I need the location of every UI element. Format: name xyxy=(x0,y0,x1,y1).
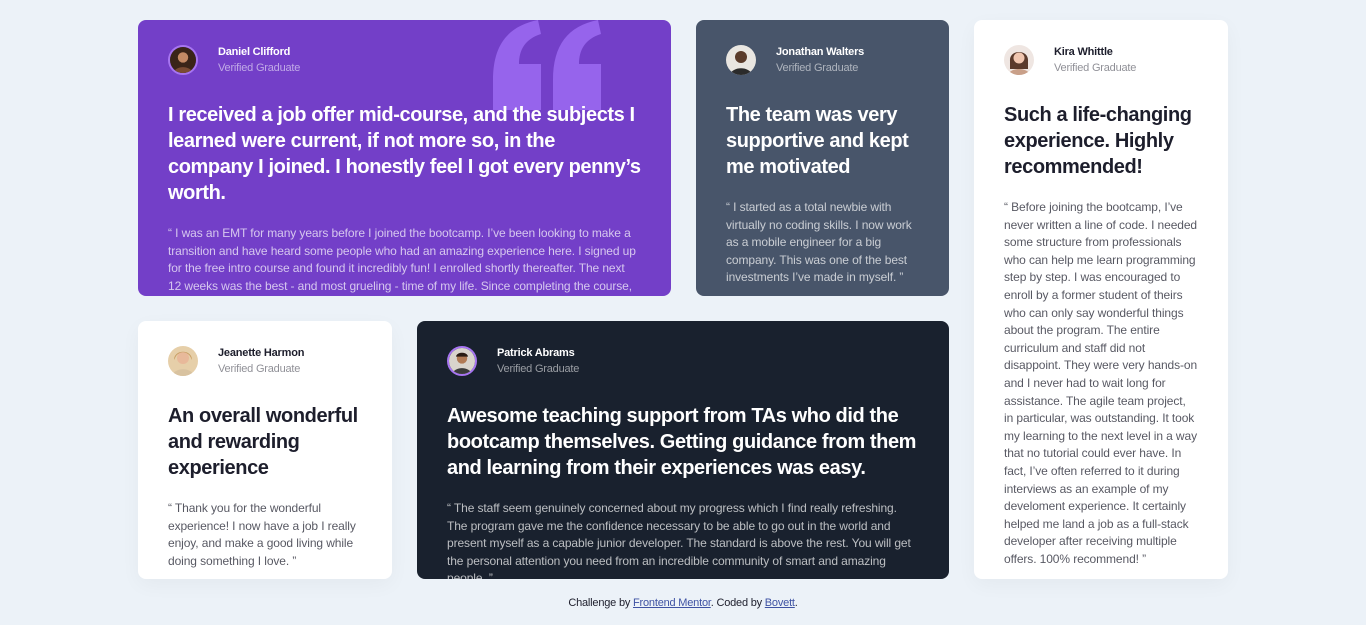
author-name: Jeanette Harmon xyxy=(218,347,305,359)
author-name: Daniel Clifford xyxy=(218,46,291,58)
author: Jonathan Walters Verified Graduate xyxy=(726,44,919,76)
attribution: Challenge by Frontend Mentor. Coded by B… xyxy=(0,597,1366,609)
author-role: Verified Graduate xyxy=(218,363,301,375)
author-name: Kira Whittle xyxy=(1054,46,1113,58)
testimonial-card-patrick: Patrick Abrams Verified Graduate Awesome… xyxy=(417,321,949,579)
testimonial-headline: The team was very supportive and kept me… xyxy=(726,104,909,178)
author-link[interactable]: Bovett xyxy=(765,597,795,609)
testimonial-quote: “ Thank you for the wonderful experience… xyxy=(168,501,356,568)
testimonial-headline: Such a life-changing experience. Highly … xyxy=(1004,104,1192,178)
author: Daniel Clifford Verified Graduate xyxy=(168,44,641,76)
testimonial-quote: “ The staff seem genuinely concerned abo… xyxy=(447,501,911,579)
avatar-kira xyxy=(1004,45,1034,75)
testimonial-headline: Awesome teaching support from TAs who di… xyxy=(447,405,917,479)
avatar-daniel xyxy=(168,45,198,75)
testimonial-headline: I received a job offer mid-course, and t… xyxy=(168,104,641,204)
author: Jeanette Harmon Verified Graduate xyxy=(168,345,362,377)
attribution-prefix: Challenge by xyxy=(568,597,631,609)
testimonial-card-kira: Kira Whittle Verified Graduate Such a li… xyxy=(974,20,1228,579)
author-role: Verified Graduate xyxy=(497,363,580,375)
testimonial-quote: “ I was an EMT for many years before I j… xyxy=(168,226,636,293)
author: Kira Whittle Verified Graduate xyxy=(1004,44,1198,76)
attribution-middle: . Coded by xyxy=(710,597,762,609)
avatar-jonathan xyxy=(726,45,756,75)
author-name: Jonathan Walters xyxy=(776,46,865,58)
avatar-patrick xyxy=(447,346,477,376)
attribution-suffix: . xyxy=(794,597,798,609)
avatar-jeanette xyxy=(168,346,198,376)
author-role: Verified Graduate xyxy=(218,62,301,74)
author-role: Verified Graduate xyxy=(776,62,859,74)
author-role: Verified Graduate xyxy=(1054,62,1137,74)
testimonial-quote: “ Before joining the bootcamp, I’ve neve… xyxy=(1004,200,1198,566)
frontend-mentor-link[interactable]: Frontend Mentor xyxy=(633,597,711,609)
author-name: Patrick Abrams xyxy=(497,347,575,359)
testimonial-card-jonathan: Jonathan Walters Verified Graduate The t… xyxy=(696,20,949,296)
testimonial-quote: “ I started as a total newbie with virtu… xyxy=(726,200,912,285)
testimonial-card-daniel: Daniel Clifford Verified Graduate I rece… xyxy=(138,20,671,296)
testimonial-card-jeanette: Jeanette Harmon Verified Graduate An ove… xyxy=(138,321,392,579)
testimonial-headline: An overall wonderful and rewarding exper… xyxy=(168,405,358,479)
author: Patrick Abrams Verified Graduate xyxy=(447,345,919,377)
